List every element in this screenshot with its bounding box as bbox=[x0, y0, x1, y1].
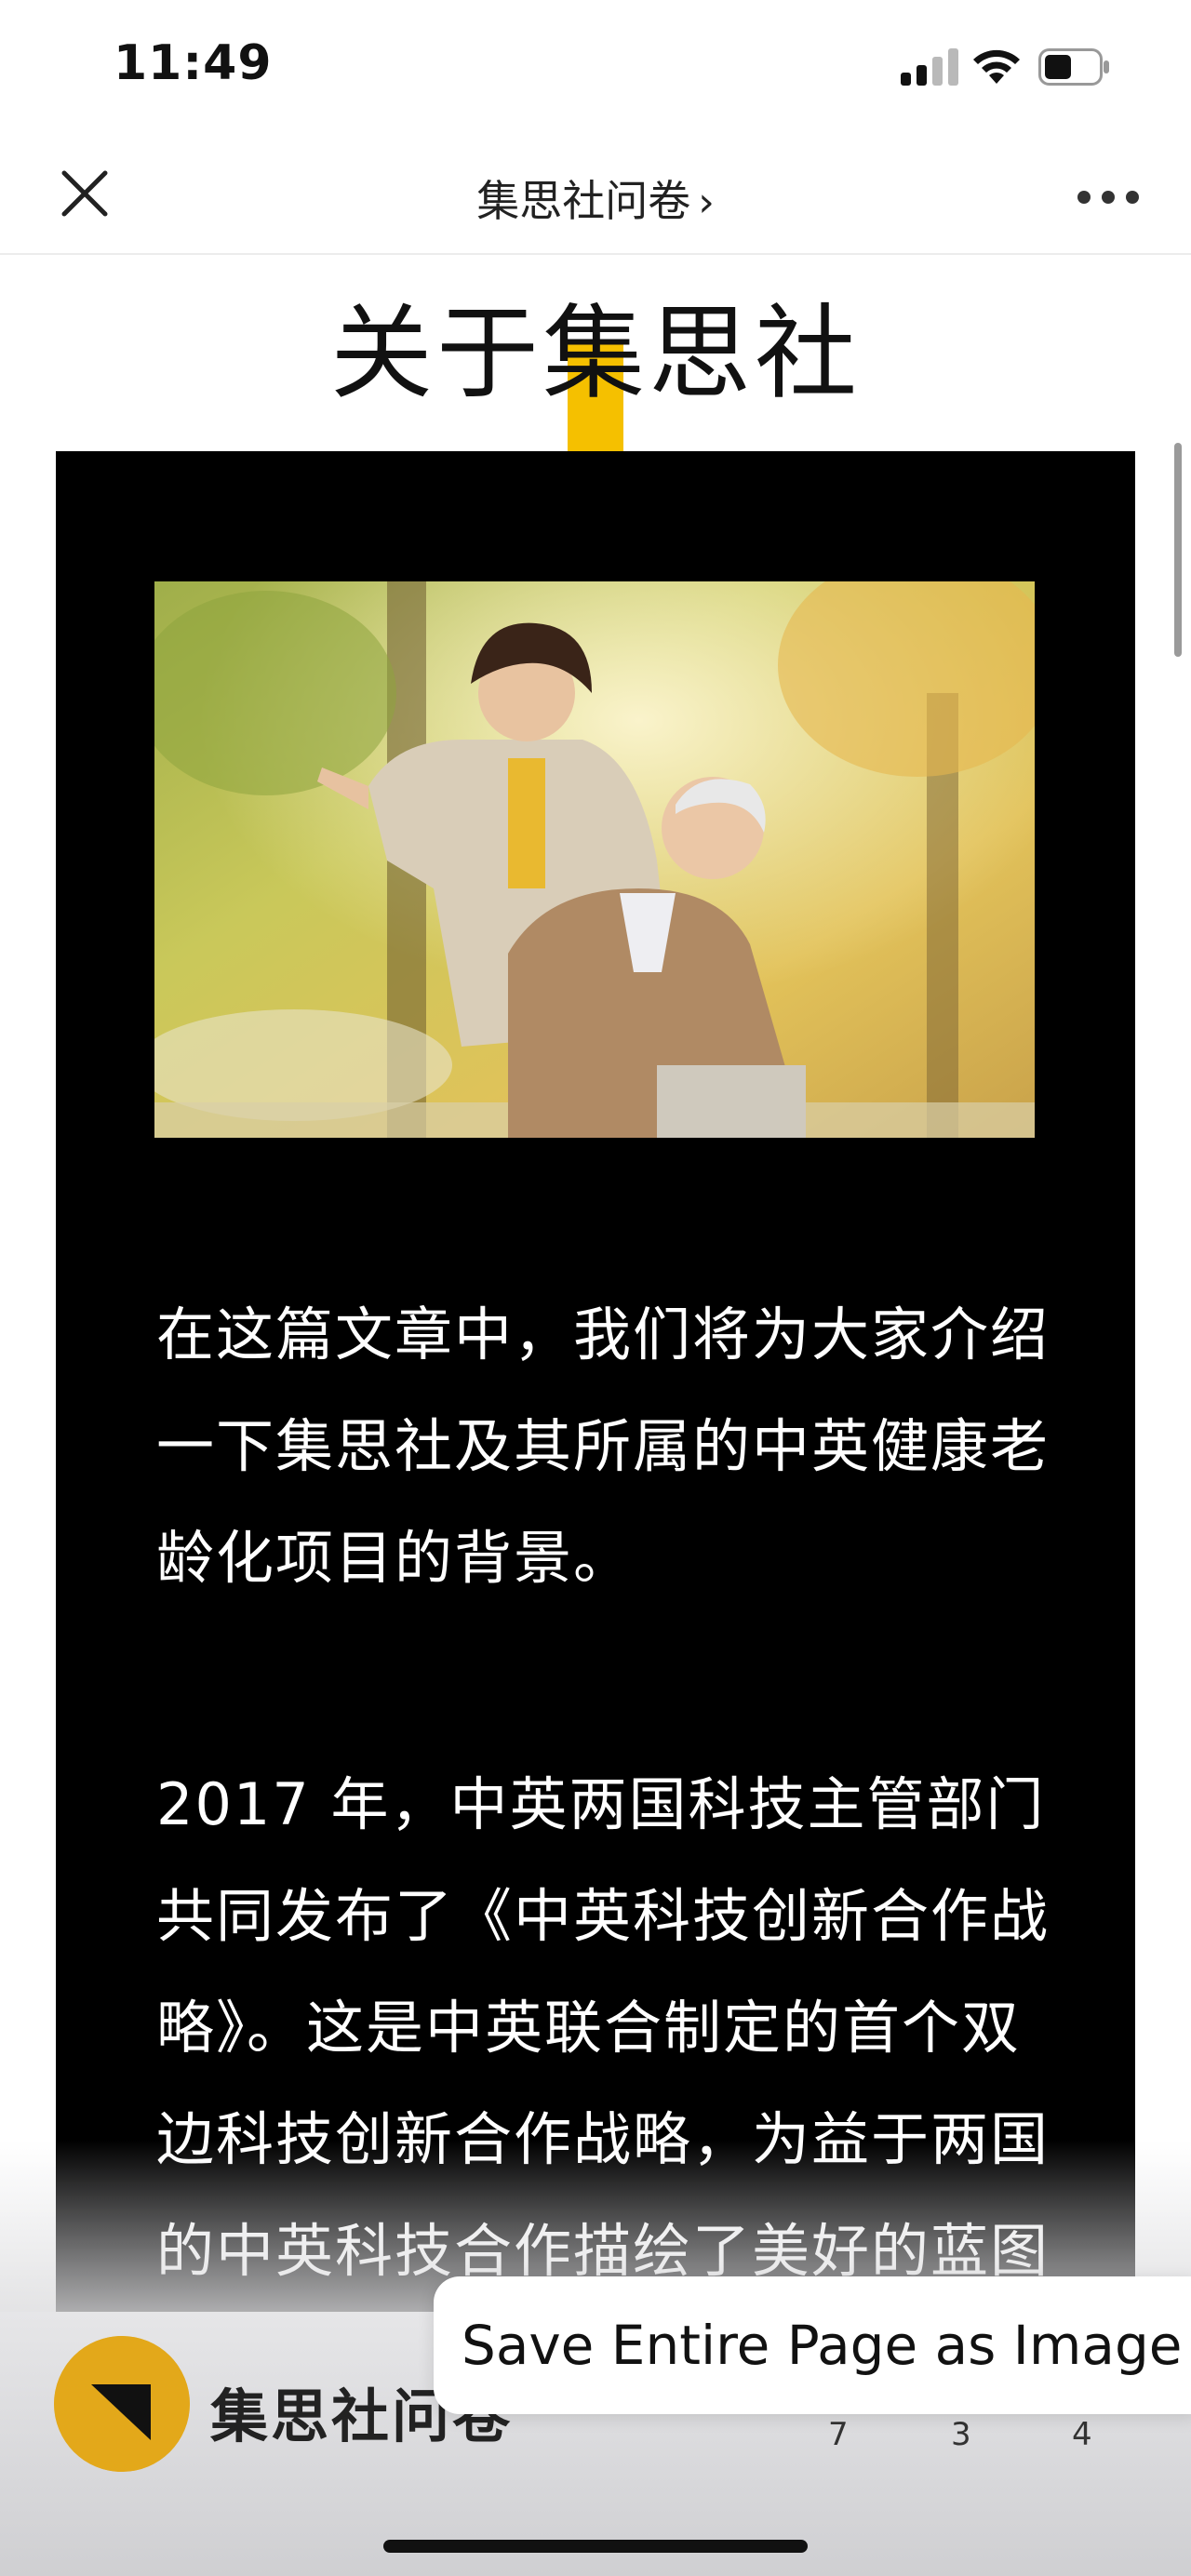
count-2: 3 bbox=[951, 2416, 971, 2453]
jisishe-logo bbox=[54, 2336, 190, 2472]
more-horizontal-icon[interactable] bbox=[1072, 182, 1146, 210]
chevron-right-icon: › bbox=[698, 179, 715, 226]
article-heading: 关于集思社 bbox=[330, 294, 861, 413]
article-photo bbox=[154, 581, 1035, 1138]
scroll-indicator[interactable] bbox=[1174, 443, 1182, 657]
count-3: 4 bbox=[1072, 2416, 1092, 2453]
nav-title-text: 集思社问卷 bbox=[476, 176, 691, 226]
count-1: 7 bbox=[828, 2416, 849, 2453]
status-bar: 11:49 bbox=[0, 0, 1191, 140]
battery-icon bbox=[1038, 48, 1109, 86]
status-time: 11:49 bbox=[114, 35, 273, 91]
save-page-label: Save Entire Page as Image› bbox=[462, 2314, 1191, 2377]
article-paragraph-1: 在这篇文章中，我们将为大家介绍一下集思社及其所属的中英健康老龄化项目的背景。 bbox=[156, 1301, 1050, 1592]
nav-bar: 集思社问卷 › bbox=[0, 140, 1191, 255]
save-page-as-image-button[interactable]: Save Entire Page as Image› bbox=[434, 2276, 1191, 2414]
home-indicator[interactable] bbox=[383, 2540, 808, 2553]
cellular-signal-icon bbox=[901, 47, 958, 86]
nav-title-link[interactable]: 集思社问卷 › bbox=[0, 167, 1191, 229]
article-card: 在这篇文章中，我们将为大家介绍一下集思社及其所属的中英健康老龄化项目的背景。 2… bbox=[56, 451, 1135, 2312]
wifi-icon bbox=[973, 49, 1020, 84]
save-page-text: Save Entire Page as Image bbox=[462, 2314, 1183, 2377]
